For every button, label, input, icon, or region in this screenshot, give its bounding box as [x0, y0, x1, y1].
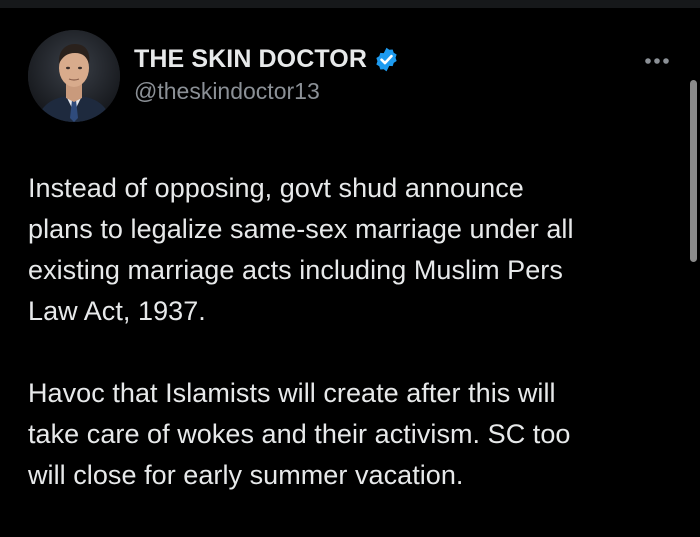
profile-photo	[28, 30, 120, 122]
tweet: THE SKIN DOCTOR @theskindoctor13 Instead…	[0, 0, 700, 537]
display-name[interactable]: THE SKIN DOCTOR	[134, 45, 367, 74]
user-handle[interactable]: @theskindoctor13	[134, 78, 400, 105]
author-block: THE SKIN DOCTOR @theskindoctor13	[134, 42, 400, 105]
tweet-paragraph-2: Havoc that Islamists will create after t…	[28, 378, 571, 490]
more-options-button[interactable]	[637, 44, 677, 78]
tweet-body: Instead of opposing, govt shud announce …	[28, 168, 668, 496]
verified-badge-icon	[373, 46, 400, 73]
more-horizontal-icon	[645, 58, 669, 64]
name-row: THE SKIN DOCTOR	[134, 42, 400, 76]
avatar[interactable]	[28, 30, 120, 122]
scrollbar-thumb[interactable]	[690, 80, 697, 262]
tweet-paragraph-1: Instead of opposing, govt shud announce …	[28, 173, 574, 326]
